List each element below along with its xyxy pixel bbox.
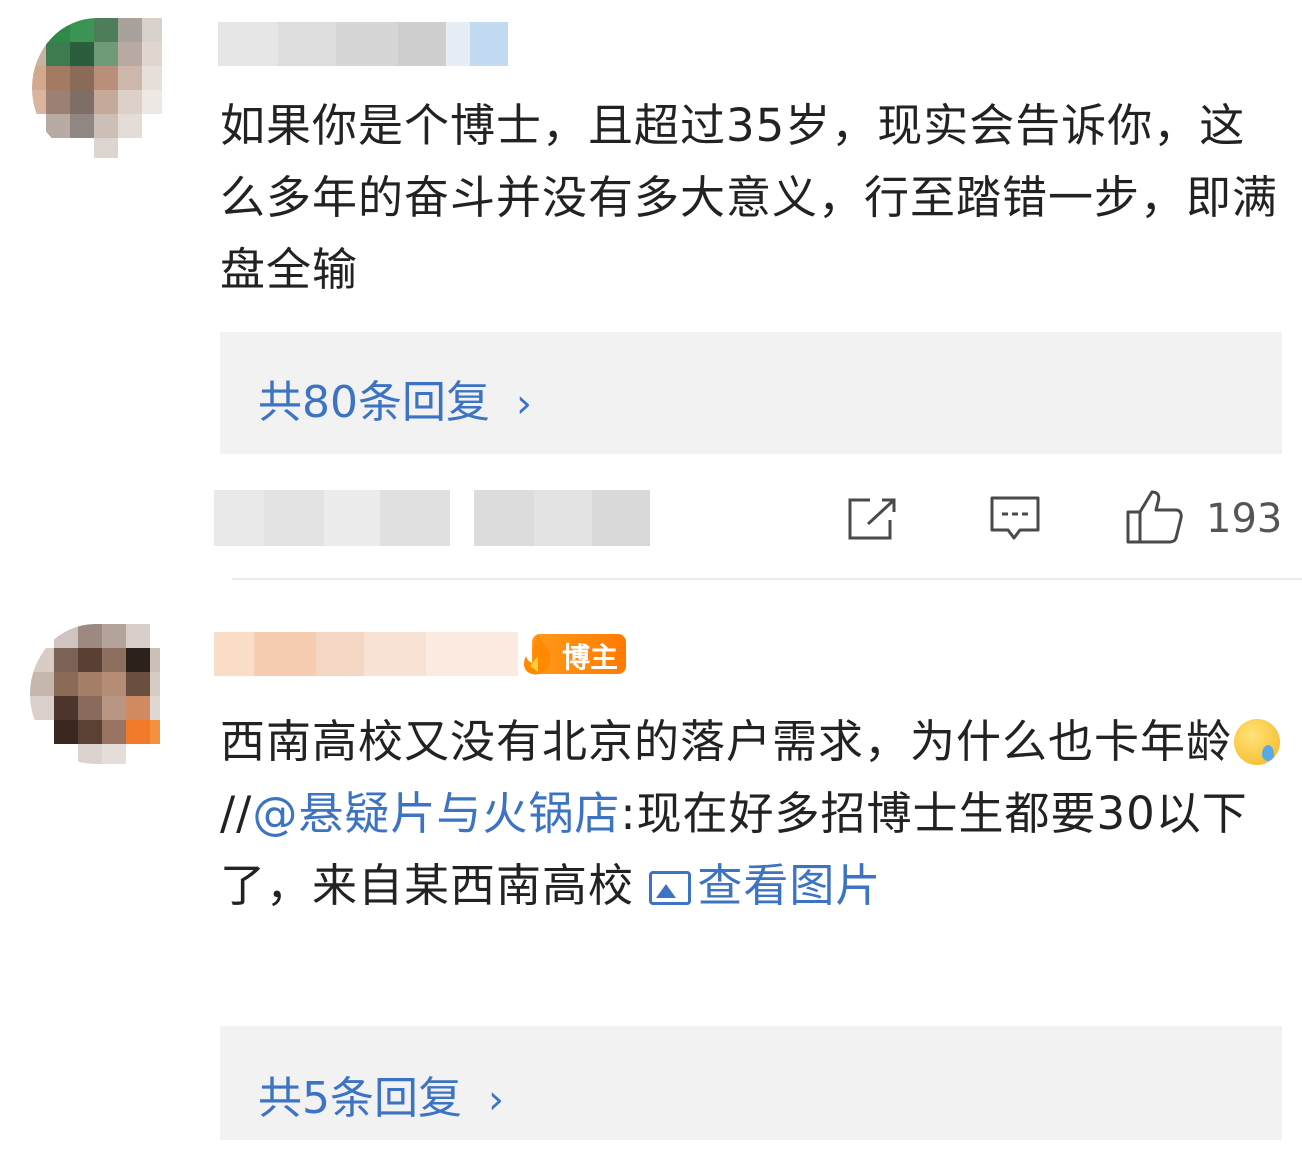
replies-count-label[interactable]: 共5条回复 xyxy=(258,1073,462,1124)
replies-panel[interactable]: 共5条回复 › xyxy=(220,1026,1282,1140)
flame-icon xyxy=(524,634,551,675)
avatar[interactable] xyxy=(32,18,162,158)
replies-panel[interactable]: 共80条回复 › xyxy=(220,332,1282,454)
badge-label: 博主 xyxy=(562,641,619,674)
blogger-badge: 博主 xyxy=(518,632,626,676)
comment-text: 西南高校又没有北京的落户需求，为什么也卡年龄//@悬疑片与火锅店:现在好多招博士… xyxy=(220,706,1282,922)
avatar[interactable] xyxy=(30,624,160,764)
view-replies-link[interactable]: 共5条回复 › xyxy=(258,1062,504,1126)
chevron-right-icon: › xyxy=(516,381,532,427)
view-image-label[interactable]: 查看图片 xyxy=(697,859,881,912)
like-count: 193 xyxy=(1206,496,1283,542)
user-mention-link[interactable]: @悬疑片与火锅店 xyxy=(252,787,620,840)
comment-main-text: 西南高校又没有北京的落户需求，为什么也卡年龄 xyxy=(220,715,1233,768)
crying-emoji-icon xyxy=(1234,719,1281,765)
view-image-link[interactable]: 查看图片 xyxy=(649,859,881,912)
share-icon[interactable] xyxy=(846,496,900,542)
replies-count-label[interactable]: 共80条回复 xyxy=(258,377,490,428)
username-blurred[interactable] xyxy=(214,632,518,676)
repost-separator: // xyxy=(220,787,253,840)
comment-icon[interactable] xyxy=(988,494,1042,544)
username-blurred[interactable] xyxy=(218,22,508,66)
comment-text: 如果你是个博士，且超过35岁，现实会告诉你，这么多年的奋斗并没有多大意义，行至踏… xyxy=(220,99,1279,296)
view-replies-link[interactable]: 共80条回复 › xyxy=(258,366,532,430)
timestamp-blurred xyxy=(214,490,450,546)
divider xyxy=(232,578,1302,580)
thumbs-up-icon[interactable] xyxy=(1124,488,1186,546)
image-icon xyxy=(649,871,692,905)
source-blurred xyxy=(474,490,650,546)
chevron-right-icon: › xyxy=(488,1077,504,1123)
